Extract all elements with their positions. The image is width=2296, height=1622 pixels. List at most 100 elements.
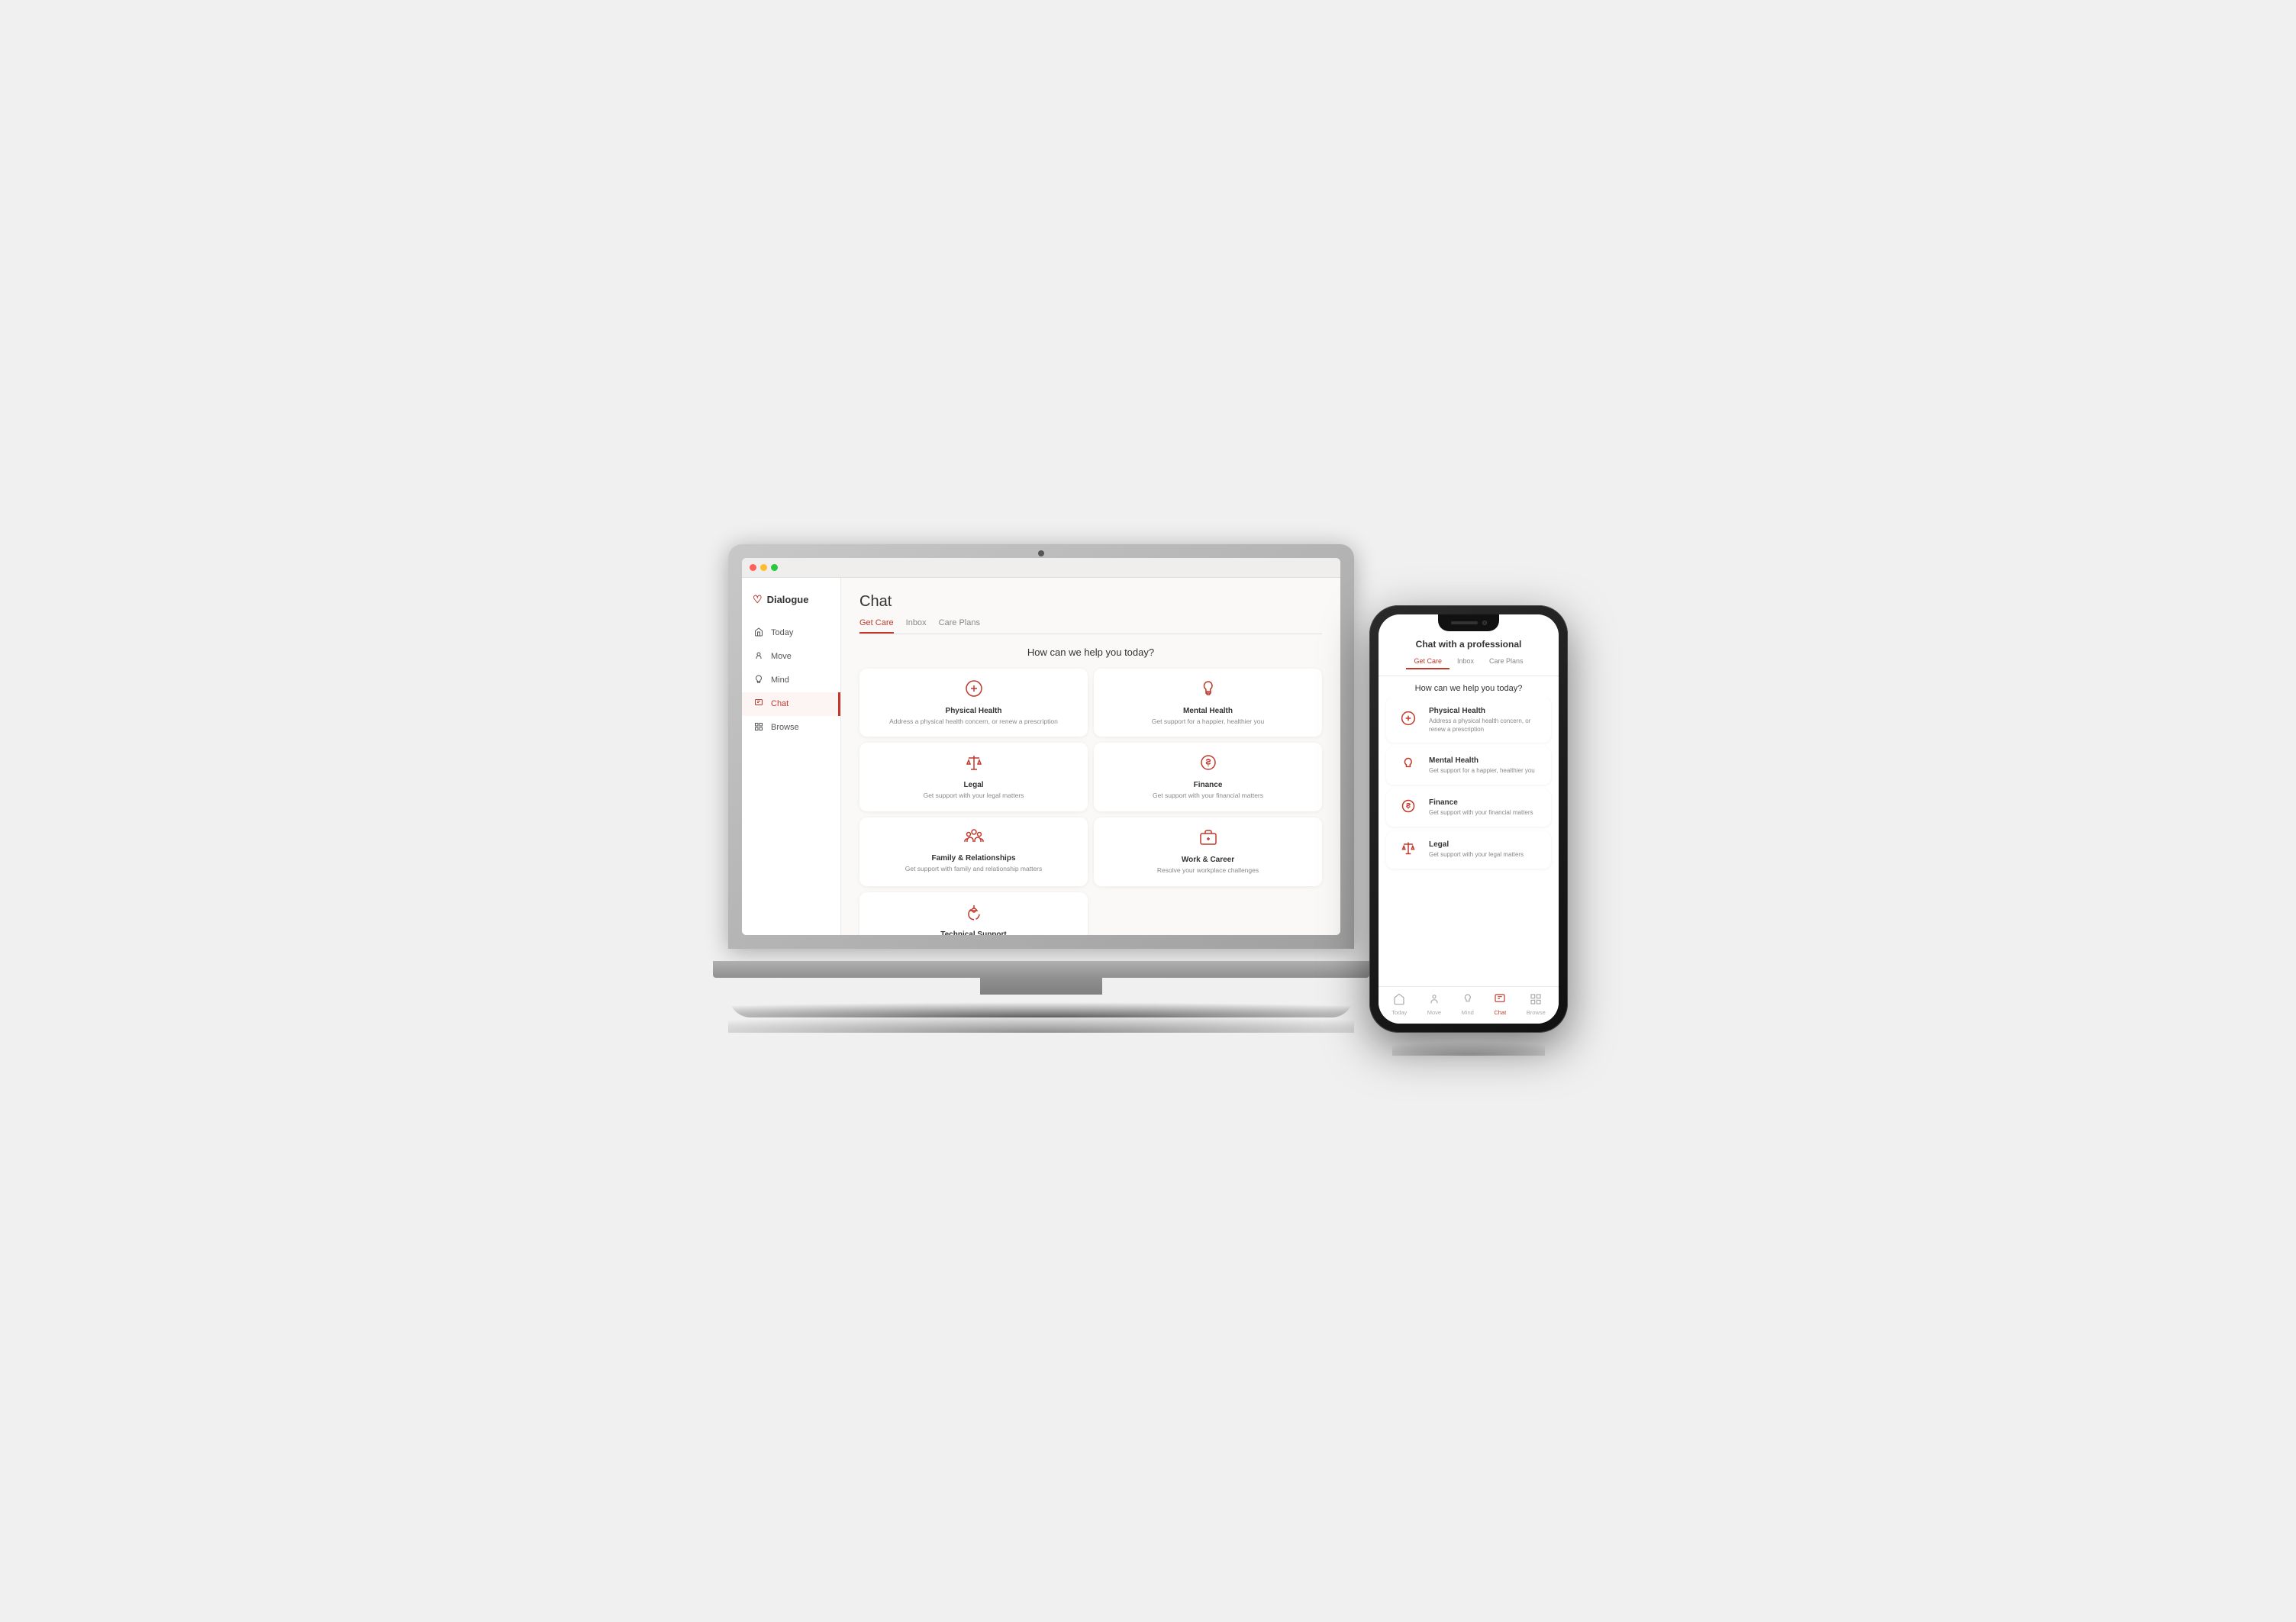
phone-speaker [1451,621,1478,624]
chat-icon [753,698,765,710]
card-legal[interactable]: Legal Get support with your legal matter… [859,743,1088,811]
close-button[interactable] [750,564,756,571]
browse-icon [753,722,765,734]
finance-title: Finance [1103,781,1313,789]
phone-mental-text: Mental Health Get support for a happier,… [1429,756,1535,775]
phone-front-camera [1482,621,1487,625]
finance-desc: Get support with your financial matters [1103,792,1313,801]
maximize-button[interactable] [771,564,778,571]
mind-icon [753,675,765,686]
phone-legal-desc: Get support with your legal matters [1429,850,1524,859]
phone-physical-icon [1397,711,1420,730]
phone-finance-desc: Get support with your financial matters [1429,808,1533,817]
technical-icon [869,903,1079,926]
physical-health-desc: Address a physical health concern, or re… [869,717,1079,727]
phone-legal-text: Legal Get support with your legal matter… [1429,840,1524,859]
phone-physical-text: Physical Health Address a physical healt… [1429,707,1540,734]
family-icon [869,828,1079,850]
technical-title: Technical Support [869,930,1079,934]
phone-nav-today-label: Today [1391,1009,1407,1016]
phone-tab-care-plans[interactable]: Care Plans [1482,654,1531,669]
mental-health-desc: Get support for a happier, healthier you [1103,717,1313,727]
sidebar-item-chat[interactable]: Chat [742,692,840,716]
tab-get-care[interactable]: Get Care [859,618,894,634]
move-icon [753,651,765,663]
main-content: Chat Get Care Inbox Care Plans How can w… [841,578,1340,935]
sidebar-item-browse[interactable]: Browse [742,716,840,740]
sidebar-today-label: Today [771,628,793,637]
tab-care-plans[interactable]: Care Plans [939,618,980,634]
phone-physical-title: Physical Health [1429,707,1540,715]
sidebar-move-label: Move [771,652,792,661]
sidebar-item-today[interactable]: Today [742,621,840,645]
phone-finance-title: Finance [1429,798,1533,807]
card-mental-health[interactable]: Mental Health Get support for a happier,… [1094,669,1322,737]
sidebar: ♡ Dialogue Today [742,578,841,935]
phone-finance-icon [1397,798,1420,817]
legal-desc: Get support with your legal matters [869,792,1079,801]
laptop-screen: ♡ Dialogue Today [742,558,1340,935]
card-finance[interactable]: Finance Get support with your financial … [1094,743,1322,811]
tab-inbox[interactable]: Inbox [906,618,927,634]
phone-bottom-nav: Today Move [1379,986,1559,1024]
phone: Chat with a professional Get Care Inbox … [1369,605,1568,1033]
laptop-camera [1038,550,1044,556]
laptop-tabs: Get Care Inbox Care Plans [859,618,1322,634]
legal-title: Legal [869,781,1079,789]
sidebar-item-move[interactable]: Move [742,645,840,669]
section-title: How can we help you today? [859,647,1322,658]
phone-mental-desc: Get support for a happier, healthier you [1429,766,1535,775]
mental-health-title: Mental Health [1103,707,1313,715]
phone-tab-get-care[interactable]: Get Care [1406,654,1450,669]
sidebar-item-mind[interactable]: Mind [742,669,840,692]
page-title: Chat [859,593,1322,611]
sidebar-mind-label: Mind [771,676,789,685]
phone-nav-browse-icon [1530,993,1542,1008]
card-work[interactable]: Work & Career Resolve your workplace cha… [1094,817,1322,886]
sidebar-browse-label: Browse [771,723,799,732]
phone-tab-inbox[interactable]: Inbox [1450,654,1482,669]
phone-physical-desc: Address a physical health concern, or re… [1429,717,1540,734]
care-cards-grid: Physical Health Address a physical healt… [859,669,1322,935]
phone-notch [1438,614,1499,631]
phone-legal-icon [1397,840,1420,859]
phone-nav-move[interactable]: Move [1427,993,1441,1016]
work-desc: Resolve your workplace challenges [1103,866,1313,875]
phone-nav-mind-icon [1462,993,1474,1008]
phone-screen: Chat with a professional Get Care Inbox … [1379,614,1559,1024]
phone-nav-mind-label: Mind [1462,1009,1474,1016]
phone-card-legal[interactable]: Legal Get support with your legal matter… [1386,831,1551,869]
window-chrome [742,558,1340,578]
minimize-button[interactable] [760,564,767,571]
laptop-base [713,961,1369,978]
phone-nav-mind[interactable]: Mind [1462,993,1474,1016]
scene: ♡ Dialogue Today [728,544,1568,1079]
phone-nav-browse[interactable]: Browse [1527,993,1546,1016]
phone-card-finance[interactable]: Finance Get support with your financial … [1386,789,1551,827]
laptop-body: ♡ Dialogue Today [728,544,1354,949]
brand-name: Dialogue [767,594,809,605]
finance-icon [1103,753,1313,776]
phone-nav-today[interactable]: Today [1391,993,1407,1016]
card-technical[interactable]: Technical Support Get help with technica… [859,892,1088,934]
work-title: Work & Career [1103,856,1313,864]
family-desc: Get support with family and relationship… [869,865,1079,874]
phone-card-mental-health[interactable]: Mental Health Get support for a happier,… [1386,747,1551,785]
physical-health-title: Physical Health [869,707,1079,715]
mental-health-icon [1103,679,1313,702]
physical-health-icon [869,679,1079,702]
card-family[interactable]: Family & Relationships Get support with … [859,817,1088,886]
phone-legal-title: Legal [1429,840,1524,849]
phone-tabs: Get Care Inbox Care Plans [1389,654,1548,669]
card-physical-health[interactable]: Physical Health Address a physical healt… [859,669,1088,737]
phone-shadow [1392,1033,1545,1056]
home-icon [753,627,765,639]
phone-card-physical-health[interactable]: Physical Health Address a physical healt… [1386,698,1551,743]
legal-icon [869,753,1079,776]
phone-header: Chat with a professional Get Care Inbox … [1379,636,1559,676]
brand: ♡ Dialogue [742,593,840,621]
phone-section-title: How can we help you today? [1379,676,1559,698]
phone-nav-chat[interactable]: Chat [1494,993,1506,1016]
phone-nav-browse-label: Browse [1527,1009,1546,1016]
brand-icon: ♡ [753,593,763,606]
